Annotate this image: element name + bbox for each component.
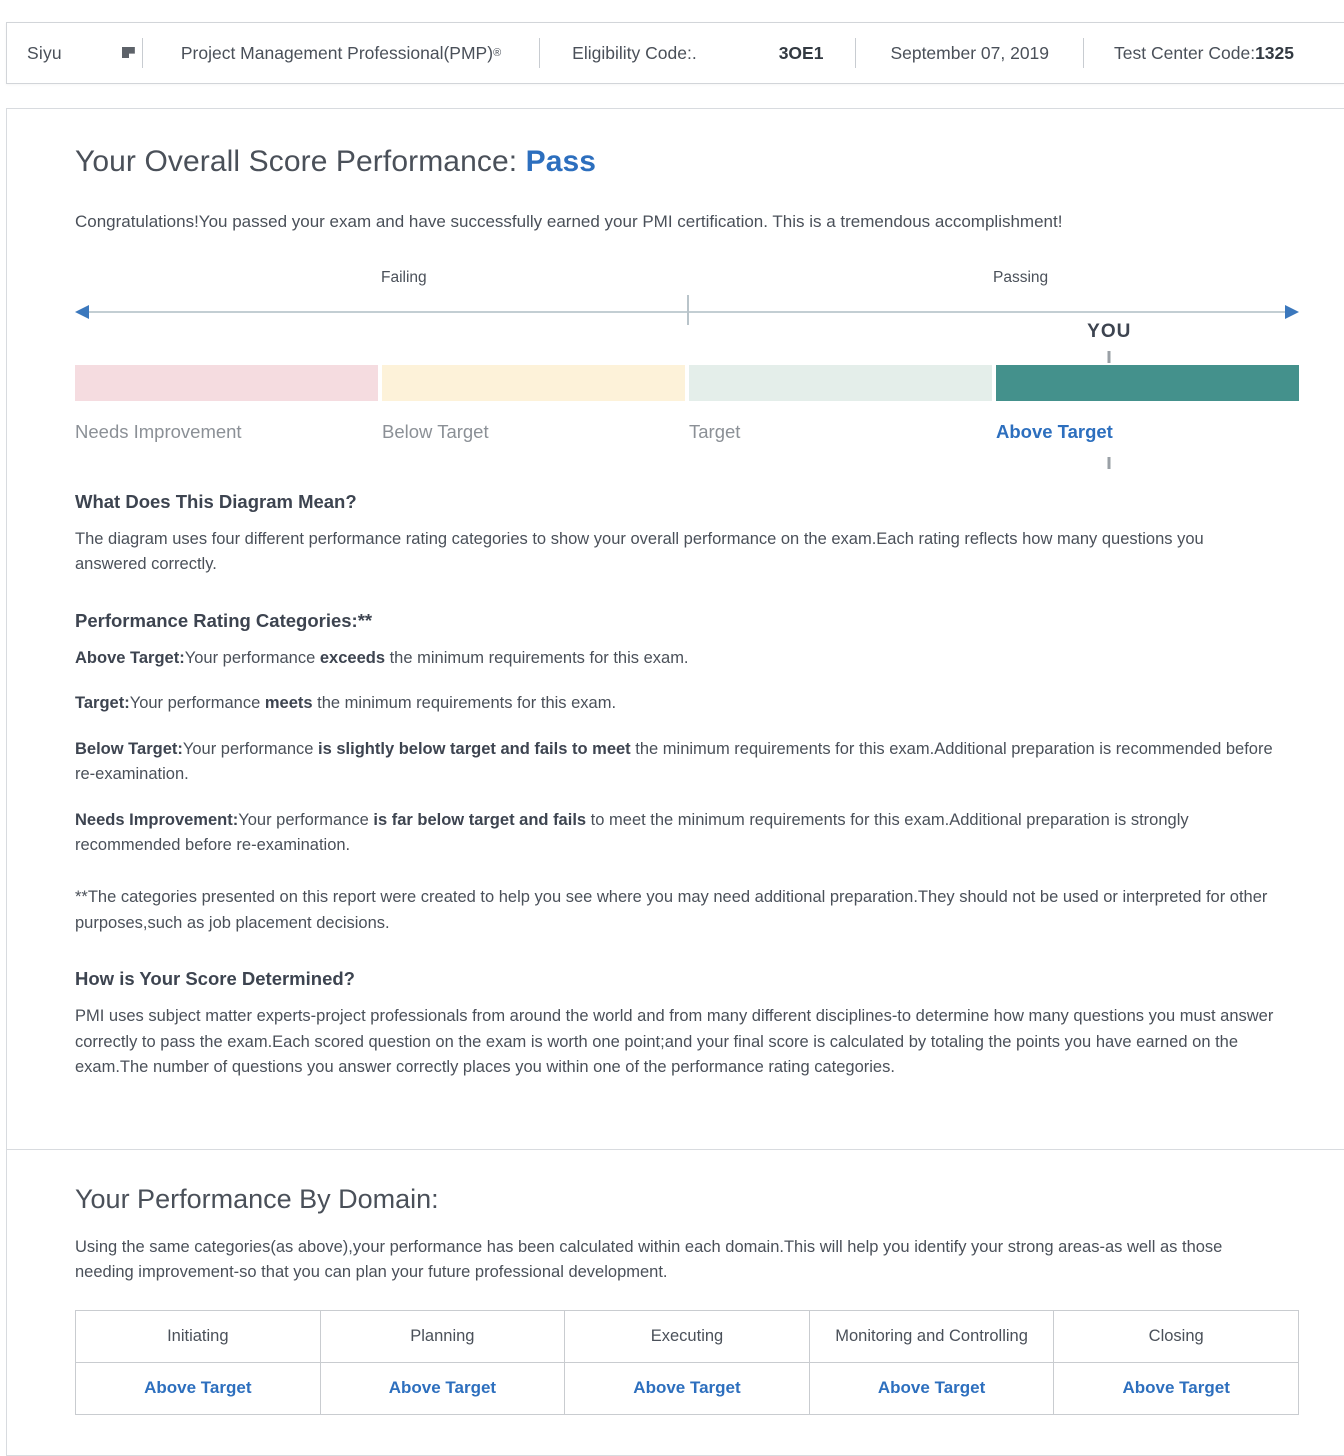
performance-band-track (75, 364, 1299, 401)
diagram-explanation-heading: What Does This Diagram Mean? (75, 490, 357, 512)
rating-definition: Above Target:Your performance exceeds th… (75, 648, 689, 667)
axis-label-passing: Passing (993, 268, 1049, 286)
band-label-below-target: Below Target (382, 420, 489, 442)
domain-rating-closing: Above Target (1053, 1361, 1299, 1415)
definition-emphasis: exceeds (319, 648, 385, 667)
arrow-left-icon (75, 304, 89, 319)
domain-header-executing: Executing (564, 1309, 810, 1363)
overall-score-section: Your Overall Score Performance: Pass Con… (7, 109, 1344, 1121)
overall-result-badge: Pass (525, 145, 597, 178)
rating-definition: Below Target:Your performance is slightl… (75, 739, 1273, 784)
rating-categories-heading: Performance Rating Categories:** (75, 609, 373, 631)
performance-scale-diagram: Failing Passing YOU Needs Improvement Bel… (75, 269, 1299, 469)
candidate-name-segment: Siyu (7, 23, 142, 83)
you-marker-tick-bottom (1107, 456, 1111, 469)
eligibility-label: Eligibility Code: (572, 42, 692, 63)
domain-header-closing: Closing (1053, 1309, 1299, 1363)
page-title: Your Overall Score Performance: Pass (75, 145, 1276, 179)
test-center-segment: Test Center Code: 1325 (1084, 23, 1324, 83)
table-header-row: Initiating Planning Executing Monitoring an… (75, 1309, 1299, 1363)
scale-axis (75, 294, 1299, 325)
performance-band-target (689, 364, 992, 401)
score-determined-paragraph: PMI uses subject matter experts-project … (75, 1007, 1274, 1077)
flag-icon (120, 43, 142, 63)
score-report-card: Your Overall Score Performance: Pass Con… (6, 108, 1344, 1456)
domain-rating-planning: Above Target (319, 1361, 566, 1415)
definition-term: Needs Improvement: (75, 810, 239, 829)
score-determined-heading: How is Your Score Determined? (75, 968, 355, 990)
rating-definition: Target:Your performance meets the minimu… (75, 694, 617, 713)
rating-definitions-list: Above Target:Your performance exceeds th… (75, 646, 1276, 859)
arrow-right-icon (1285, 304, 1299, 319)
diagram-explanation-paragraph: The diagram uses four different performa… (75, 529, 1204, 574)
domain-rating-initiating: Above Target (75, 1361, 321, 1415)
exam-name: Project Management Professional(PMP) (180, 42, 494, 63)
domain-section-description: Using the same categories(as above),your… (75, 1237, 1223, 1282)
scale-axis-labels: Failing Passing (75, 269, 1276, 295)
test-center-label: Test Center Code: (1114, 42, 1256, 63)
eligibility-partial-mark: . (691, 42, 697, 63)
performance-band-above-target (996, 364, 1299, 401)
definition-emphasis: is slightly below target and fails to me… (318, 739, 631, 758)
table-row: Above Target Above Target Above Target Abov… (75, 1361, 1299, 1415)
you-marker-lower-group (75, 321, 1299, 469)
domain-header-planning: Planning (319, 1309, 566, 1363)
domain-performance-table: Initiating Planning Executing Monitoring an… (75, 1309, 1299, 1415)
overall-title-prefix: Your Overall Score Performance: (75, 145, 526, 178)
domain-header-monitoring-and-controlling: Monitoring and Controlling (808, 1309, 1055, 1363)
categories-footnote: **The categories presented on this repor… (75, 888, 1268, 932)
band-label-needs-improvement: Needs Improvement (75, 420, 242, 442)
performance-band-below-target (382, 364, 685, 401)
eligibility-code: 3OE1 (778, 42, 824, 63)
domain-header-initiating: Initiating (75, 1309, 321, 1363)
exam-date: September 07, 2019 (890, 42, 1050, 63)
exam-header-bar: Siyu Project Management Professional(PMP… (6, 22, 1344, 84)
performance-band-labels: Needs Improvement Below Target Target Above… (75, 421, 1299, 451)
domain-rating-executing: Above Target (564, 1361, 810, 1415)
congratulations-message: Congratulations!You passed your exam and… (75, 212, 1063, 231)
band-label-above-target: Above Target (996, 420, 1113, 442)
exam-name-segment: Project Management Professional(PMP) ® (143, 23, 539, 83)
axis-label-failing: Failing (381, 268, 427, 286)
definition-term: Target: (75, 694, 130, 713)
eligibility-segment: Eligibility Code: . 3OE1 (540, 23, 855, 83)
candidate-name: Siyu (27, 42, 62, 63)
domain-section-title: Your Performance By Domain: (75, 1183, 439, 1214)
test-center-code: 1325 (1255, 42, 1295, 63)
rating-definition: Needs Improvement:Your performance is fa… (75, 810, 1189, 855)
definition-emphasis: meets (264, 694, 313, 713)
domain-performance-section: Your Performance By Domain: Using the sa… (7, 1150, 1344, 1455)
definition-term: Below Target: (75, 739, 183, 758)
definition-emphasis: is far below target and fails (373, 810, 587, 829)
registered-trademark-icon: ® (493, 47, 502, 59)
performance-band-needs-improvement (75, 364, 378, 401)
definition-term: Above Target: (75, 648, 185, 667)
domain-rating-monitoring-and-controlling: Above Target (808, 1361, 1055, 1415)
band-label-target: Target (689, 420, 741, 442)
